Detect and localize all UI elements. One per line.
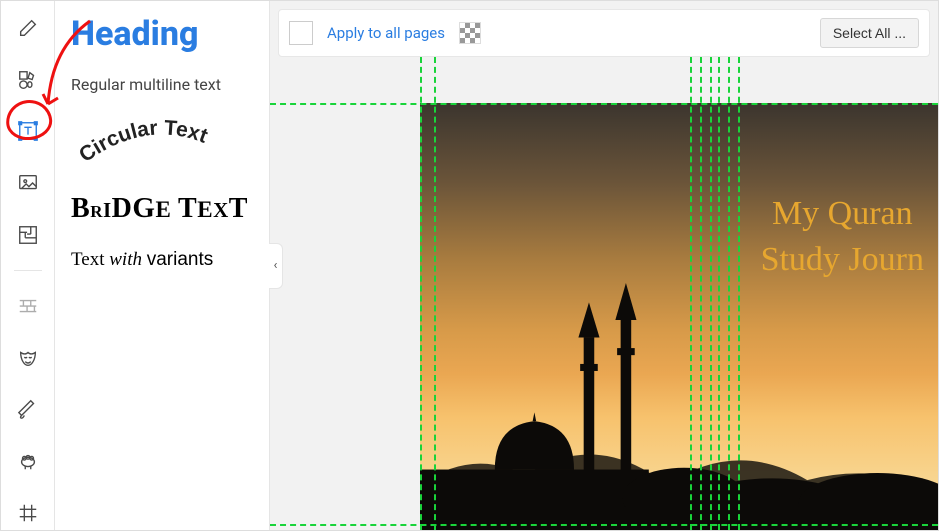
mask-icon [17,347,39,369]
canvas[interactable]: My Quran Study Journ [270,57,938,530]
text-option-variants[interactable]: Text with variants [71,241,253,287]
transparency-swatch[interactable] [459,22,481,44]
circular-text-icon: Circular Text [77,118,247,168]
text-option-heading[interactable]: Heading [71,9,253,67]
background-color-swatch[interactable] [289,21,313,45]
svg-text:Circular Text: Circular Text [77,118,211,167]
guide-vertical[interactable] [718,57,720,530]
guide-horizontal[interactable] [270,524,938,526]
maze-icon [17,224,39,246]
brush-icon [17,398,39,420]
text-option-bridge[interactable]: BriDGE Text [71,184,253,241]
guide-vertical[interactable] [690,57,692,530]
puzzle-tool[interactable] [10,218,46,252]
guide-vertical[interactable] [420,57,422,530]
tools-rail [1,1,55,530]
shapes-icon [17,69,39,91]
chevron-left-icon: ‹ [274,258,278,273]
sheep-icon [17,450,39,472]
image-icon [17,172,39,194]
sheep-tool[interactable] [10,444,46,478]
panel-collapse-handle[interactable]: ‹ [269,243,283,289]
guide-vertical[interactable] [738,57,740,530]
guide-vertical[interactable] [710,57,712,530]
mosque-silhouette [420,269,938,530]
text-option-circular[interactable]: Circular Text [71,110,253,184]
guide-vertical[interactable] [434,57,436,530]
wall-tool[interactable] [10,289,46,323]
design-page[interactable]: My Quran Study Journ [420,103,938,530]
text-options-panel: Heading Regular multiline text Circular … [55,1,270,530]
text-option-regular[interactable]: Regular multiline text [71,67,253,110]
select-all-button[interactable]: Select All ... [820,18,919,48]
shapes-tool[interactable] [10,63,46,97]
text-frame-icon [17,120,39,142]
hash-icon [17,502,39,524]
app-root: Heading Regular multiline text Circular … [0,0,939,531]
guide-horizontal[interactable] [270,103,938,105]
brush-tool[interactable] [10,393,46,427]
image-tool[interactable] [10,166,46,200]
apply-to-all-link[interactable]: Apply to all pages [327,24,445,42]
edit-tool[interactable] [10,11,46,45]
page-title-text[interactable]: My Quran Study Journ [761,191,924,283]
pencil-icon [17,17,39,39]
rail-divider [14,270,42,271]
guide-vertical[interactable] [700,57,702,530]
properties-topbar: Apply to all pages Select All ... [278,9,930,57]
grid-tool[interactable] [10,496,46,530]
bricks-icon [17,295,39,317]
stage: Apply to all pages Select All ... [270,1,938,530]
mask-tool[interactable] [10,341,46,375]
text-tool[interactable] [10,115,46,149]
guide-vertical[interactable] [728,57,730,530]
